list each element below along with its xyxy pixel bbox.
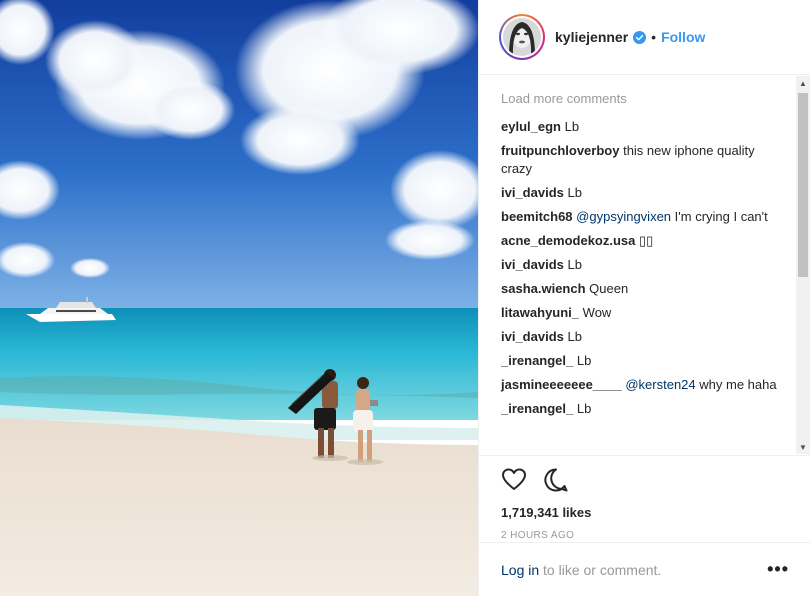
scroll-up-arrow-icon[interactable]: ▲: [796, 76, 810, 90]
login-prompt-text: to like or comment.: [543, 561, 662, 578]
verified-badge-icon: [633, 30, 647, 44]
post-actions: 1,719,341 likes 2 HOURS AGO: [479, 455, 810, 541]
comment-text: Queen: [589, 281, 629, 296]
comment-item: fruitpunchloverboy this new iphone quali…: [501, 142, 797, 178]
likes-count[interactable]: 1,719,341 likes: [501, 505, 789, 520]
comments-scrollbar[interactable]: ▲ ▼: [796, 76, 810, 454]
post-timestamp[interactable]: 2 HOURS AGO: [501, 530, 789, 541]
comment-username[interactable]: litawahyuni_: [501, 305, 579, 320]
comment-item: jasmineeeeeee____ @kersten24 why me haha: [501, 376, 797, 394]
post-header: kyliejenner • Follow: [479, 0, 810, 75]
comment-text: Lb: [567, 185, 582, 200]
comment-item: beemitch68 @gypsyingvixen I'm crying I c…: [501, 208, 797, 226]
comment-username[interactable]: _irenangel_: [501, 401, 573, 416]
comment-text: I'm crying I can't: [674, 209, 768, 224]
comment-item: litawahyuni_ Wow: [501, 304, 797, 322]
comment-username[interactable]: ivi_davids: [501, 185, 564, 200]
comment-item: eylul_egn Lb: [501, 118, 797, 136]
beach-photo: [0, 0, 478, 596]
username[interactable]: kyliejenner: [555, 29, 628, 45]
post-panel: kyliejenner • Follow Load more comments …: [478, 0, 810, 596]
comment-text: Wow: [582, 305, 612, 320]
comment-text: Lb: [564, 119, 580, 134]
comment-username[interactable]: sasha.wiench: [501, 281, 586, 296]
more-options-icon[interactable]: •••: [767, 559, 789, 580]
avatar[interactable]: [499, 14, 545, 60]
post-photo[interactable]: [0, 0, 478, 596]
comments-list: Load more comments eylul_egn Lb fruitpunc…: [479, 76, 797, 454]
heart-icon[interactable]: [501, 467, 527, 493]
comment-item: acne_demodekoz.usa ▯▯: [501, 232, 797, 250]
avatar-image: [503, 18, 541, 56]
load-more-comments-button[interactable]: Load more comments: [501, 90, 797, 108]
comment-item: ivi_davids Lb: [501, 184, 797, 202]
comment-text: Lb: [567, 329, 582, 344]
comment-username[interactable]: beemitch68: [501, 209, 573, 224]
comment-text: why me haha: [699, 377, 777, 392]
comment-text: Lb: [567, 257, 582, 272]
comment-text: Lb: [576, 353, 592, 368]
comment-username[interactable]: _irenangel_: [501, 353, 573, 368]
comment-username[interactable]: acne_demodekoz.usa: [501, 233, 635, 248]
post-footer: Log in to like or comment. •••: [479, 542, 810, 596]
separator-dot: •: [651, 29, 657, 45]
comment-item: ivi_davids Lb: [501, 328, 797, 346]
comment-username[interactable]: eylul_egn: [501, 119, 561, 134]
comment-text: ▯▯: [639, 233, 654, 248]
comment-username[interactable]: jasmineeeeeee____: [501, 377, 622, 392]
comment-mention[interactable]: @gypsyingvixen: [576, 209, 671, 224]
comment-mention[interactable]: @kersten24: [625, 377, 695, 392]
comment-icon[interactable]: [543, 467, 569, 493]
comment-item: ivi_davids Lb: [501, 256, 797, 274]
comment-username[interactable]: ivi_davids: [501, 329, 564, 344]
login-link[interactable]: Log in: [501, 562, 539, 578]
comment-item: _irenangel_ Lb: [501, 352, 797, 370]
comment-item: sasha.wiench Queen: [501, 280, 797, 298]
follow-button[interactable]: Follow: [661, 29, 705, 45]
comment-item: _irenangel_ Lb: [501, 400, 797, 418]
scroll-down-arrow-icon[interactable]: ▼: [796, 440, 810, 454]
comment-username[interactable]: fruitpunchloverboy: [501, 143, 619, 158]
scroll-thumb[interactable]: [798, 93, 808, 277]
comment-text: Lb: [576, 401, 592, 416]
comment-username[interactable]: ivi_davids: [501, 257, 564, 272]
login-prompt: Log in to like or comment.: [501, 562, 767, 578]
